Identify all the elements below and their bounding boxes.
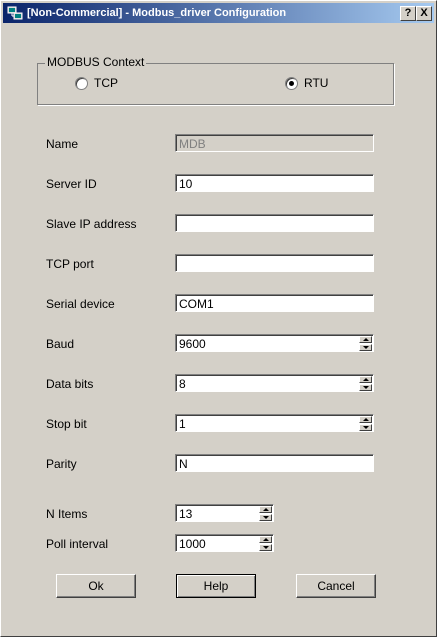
ok-button[interactable]: Ok (56, 574, 136, 598)
data-bits-spinner[interactable]: 8 (175, 374, 374, 392)
spin-down-button[interactable] (359, 384, 372, 391)
radio-rtu[interactable]: RTU (285, 76, 328, 90)
radio-tcp-label: TCP (94, 76, 118, 90)
close-button[interactable]: X (416, 6, 432, 21)
serial-device-field[interactable]: COM1 (175, 294, 374, 312)
poll-interval-label: Poll interval (46, 537, 109, 551)
stop-bit-spinner[interactable]: 1 (175, 414, 374, 432)
baud-spinner[interactable]: 9600 (175, 334, 374, 352)
arrow-up-icon (263, 538, 269, 541)
radio-selected-dot (289, 80, 294, 86)
data-bits-spin-control[interactable] (359, 376, 372, 391)
tcp-port-label: TCP port (46, 257, 94, 271)
stop-bit-value: 1 (179, 417, 186, 431)
name-field: MDB (175, 134, 374, 152)
spin-up-button[interactable] (359, 416, 372, 423)
config-dialog: [Non-Commercial] - Modbus_driver Configu… (0, 0, 437, 637)
n-items-spinner[interactable]: 13 (175, 504, 274, 522)
baud-label: Baud (46, 337, 75, 351)
baud-value: 9600 (179, 337, 206, 351)
n-items-value: 13 (179, 507, 193, 521)
spin-up-button[interactable] (359, 336, 372, 343)
modbus-context-label: MODBUS Context (45, 55, 147, 69)
server-id-field[interactable]: 10 (175, 174, 374, 192)
arrow-up-icon (363, 418, 369, 421)
n-items-label: N Items (46, 507, 88, 521)
slave-ip-field[interactable] (175, 214, 374, 232)
radio-rtu-label: RTU (304, 76, 329, 90)
spin-down-button[interactable] (259, 514, 272, 521)
network-icon (7, 6, 23, 20)
window-title: [Non-Commercial] - Modbus_driver Configu… (27, 7, 287, 19)
tcp-port-field[interactable] (175, 254, 374, 272)
arrow-down-icon (363, 426, 369, 429)
spin-up-button[interactable] (259, 536, 272, 543)
name-label: Name (46, 137, 79, 151)
serial-device-label: Serial device (46, 297, 115, 311)
parity-label: Parity (46, 457, 77, 471)
poll-interval-spin-control[interactable] (259, 536, 272, 551)
radio-rtu-circle[interactable] (285, 76, 298, 90)
n-items-spin-control[interactable] (259, 506, 272, 521)
parity-field[interactable]: N (175, 454, 374, 472)
data-bits-label: Data bits (46, 377, 94, 391)
poll-interval-spinner[interactable]: 1000 (175, 534, 274, 552)
arrow-down-icon (263, 546, 269, 549)
arrow-down-icon (363, 386, 369, 389)
title-bar[interactable]: [Non-Commercial] - Modbus_driver Configu… (3, 3, 434, 23)
help-title-button[interactable]: ? (400, 6, 416, 21)
data-bits-value: 8 (179, 377, 186, 391)
arrow-down-icon (263, 516, 269, 519)
radio-tcp-circle[interactable] (75, 76, 88, 90)
poll-interval-value: 1000 (179, 537, 206, 551)
spin-down-button[interactable] (259, 544, 272, 551)
spin-up-button[interactable] (359, 376, 372, 383)
help-button[interactable]: Help (176, 574, 256, 598)
radio-tcp[interactable]: TCP (75, 76, 118, 90)
stop-bit-label: Stop bit (46, 417, 87, 431)
spin-down-button[interactable] (359, 424, 372, 431)
stop-bit-spin-control[interactable] (359, 416, 372, 431)
arrow-down-icon (363, 346, 369, 349)
spin-up-button[interactable] (259, 506, 272, 513)
server-id-label: Server ID (46, 177, 97, 191)
slave-ip-label: Slave IP address (46, 217, 137, 231)
spin-down-button[interactable] (359, 344, 372, 351)
baud-spin-control[interactable] (359, 336, 372, 351)
arrow-up-icon (363, 338, 369, 341)
arrow-up-icon (263, 508, 269, 511)
arrow-up-icon (363, 378, 369, 381)
cancel-button[interactable]: Cancel (296, 574, 376, 598)
